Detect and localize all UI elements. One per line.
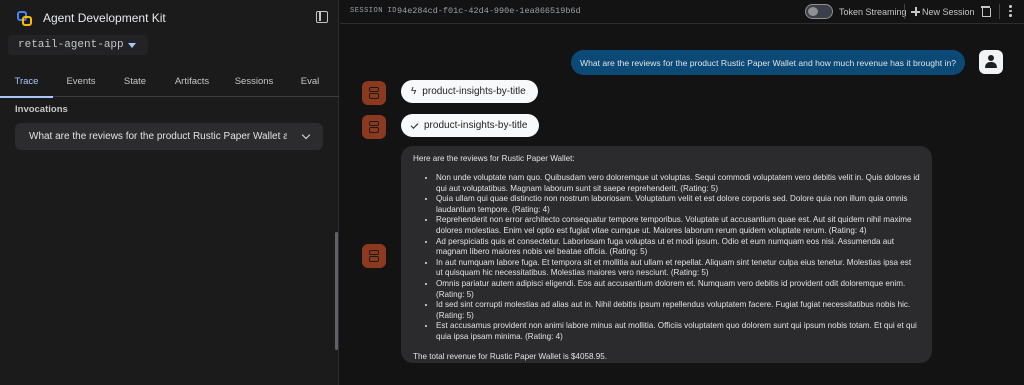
list-item: Ad perspiciatis quis et consectetur. Lab…: [436, 237, 920, 258]
check-icon: [410, 120, 419, 129]
tab-state[interactable]: State: [109, 68, 161, 97]
tab-trace[interactable]: Trace: [0, 68, 53, 98]
more-vert-icon[interactable]: [1009, 5, 1012, 18]
function-response-chip[interactable]: product-insights-by-title: [401, 114, 540, 137]
session-id-label: SESSION ID: [350, 7, 398, 15]
robot-icon: [362, 81, 386, 105]
user-message-bubble: What are the reviews for the product Rus…: [571, 50, 965, 75]
list-item: Id sed sint corrupti molestias ad alias …: [436, 300, 920, 321]
chevron-down-icon[interactable]: [301, 130, 311, 140]
sidebar: Agent Development Kit retail-agent-app T…: [0, 0, 339, 385]
review-list: Non unde voluptate nam quo. Quibusdam ve…: [413, 173, 920, 343]
divider: [904, 4, 905, 19]
function-call-chip[interactable]: ϟ product-insights-by-title: [401, 80, 538, 103]
bot-total-text: The total revenue for Rustic Paper Walle…: [413, 351, 608, 361]
top-bar: SESSION ID 94e284cd-f01c-42d4-990e-1ea86…: [340, 0, 1024, 24]
robot-icon: [362, 115, 386, 139]
plus-icon[interactable]: [911, 7, 920, 16]
list-item: Omnis pariatur autem adipisci eligendi. …: [436, 279, 920, 300]
session-id-value: 94e284cd-f01c-42d4-990e-1ea866519b6d: [397, 6, 581, 16]
list-item: In aut numquam labore fuga. Et tempora s…: [436, 258, 920, 279]
invocation-text: What are the reviews for the product Rus…: [29, 131, 287, 142]
app-select[interactable]: retail-agent-app: [8, 35, 148, 55]
function-call-label: product-insights-by-title: [422, 86, 526, 97]
list-item: Est accusamus provident non animi labore…: [436, 321, 920, 342]
adk-logo-icon: [16, 10, 33, 27]
brand: Agent Development Kit: [16, 8, 166, 28]
user-message-text: What are the reviews for the product Rus…: [579, 57, 957, 68]
tab-eval[interactable]: Eval: [285, 68, 335, 97]
token-streaming-toggle[interactable]: [805, 4, 833, 19]
trash-icon[interactable]: [981, 6, 991, 17]
function-response-label: product-insights-by-title: [424, 120, 528, 131]
bolt-icon: ϟ: [411, 86, 417, 97]
robot-icon: [362, 244, 386, 268]
app-select-value: retail-agent-app: [18, 39, 124, 51]
invocations-heading: Invocations: [15, 104, 68, 115]
list-item: Reprehenderit non error architecto conse…: [436, 215, 920, 236]
list-item: Quia ullam qui quae distinctio non nostr…: [436, 194, 920, 215]
invocation-item[interactable]: What are the reviews for the product Rus…: [15, 123, 323, 150]
token-streaming-label: Token Streaming: [839, 7, 907, 17]
sidebar-tabs: Trace Events State Artifacts Sessions Ev…: [0, 68, 339, 98]
app-title: Agent Development Kit: [43, 11, 166, 25]
bot-message-bubble: Here are the reviews for Rustic Paper Wa…: [401, 146, 932, 363]
toggle-knob: [808, 7, 818, 16]
tab-events[interactable]: Events: [53, 68, 109, 97]
tab-sessions[interactable]: Sessions: [223, 68, 285, 97]
bot-intro-text: Here are the reviews for Rustic Paper Wa…: [413, 154, 575, 163]
new-session-button[interactable]: New Session: [922, 7, 975, 17]
person-icon: [979, 50, 1003, 74]
divider: [999, 4, 1000, 19]
tab-artifacts[interactable]: Artifacts: [161, 68, 223, 97]
sidebar-scrollbar[interactable]: [335, 232, 338, 350]
list-item: Non unde voluptate nam quo. Quibusdam ve…: [436, 173, 920, 194]
panel-collapse-icon[interactable]: [316, 11, 328, 23]
caret-down-icon: [128, 43, 136, 48]
